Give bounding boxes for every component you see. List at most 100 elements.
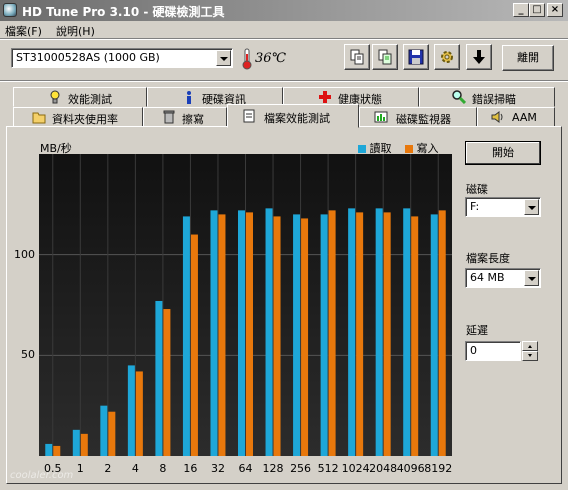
gear-icon [441, 51, 453, 63]
tab-aam[interactable]: AAM [477, 107, 555, 127]
chevron-down-icon[interactable] [524, 199, 539, 215]
chevron-up-icon [528, 345, 532, 348]
tab-file-benchmark-label: 檔案效能測試 [264, 112, 330, 125]
copy-button[interactable] [344, 44, 370, 70]
y-tick-label: 100 [14, 247, 35, 261]
bar-write [135, 371, 143, 456]
drive-select-value: ST31000528AS (1000 GB) [16, 51, 160, 64]
disk-select[interactable]: F: [465, 197, 541, 217]
app-icon [3, 3, 17, 17]
legend-write-swatch [405, 145, 413, 153]
legend-read-swatch [358, 145, 366, 153]
bar-read [348, 208, 356, 456]
monitor-icon [374, 111, 388, 123]
bar-read [238, 210, 245, 456]
bar-write [383, 212, 391, 456]
bar-read [375, 208, 383, 456]
minimize-button[interactable]: _ [513, 3, 529, 17]
x-tick-label: 8192 [424, 462, 453, 475]
watermark: coolaler.com [10, 470, 74, 481]
save-button[interactable] [403, 44, 429, 70]
red-cross-icon [319, 91, 331, 103]
speaker-icon [491, 111, 503, 123]
maximize-button[interactable]: □ [529, 3, 545, 17]
tab-benchmark[interactable]: 效能測試 [13, 87, 147, 107]
tab-error-scan-label: 錯誤掃瞄 [472, 93, 516, 106]
bar-write [80, 433, 88, 456]
bar-read [265, 208, 273, 456]
chevron-down-icon [528, 354, 532, 357]
bar-write [411, 216, 419, 456]
close-button[interactable]: × [547, 3, 563, 17]
bar-read [430, 214, 438, 456]
bar-read [100, 405, 108, 456]
document-icon [243, 109, 255, 123]
chevron-down-icon[interactable] [216, 50, 231, 66]
window-title: HD Tune Pro 3.10 - 硬碟檢測工具 [22, 5, 225, 19]
bar-write [108, 411, 116, 456]
delay-decrement-button[interactable] [522, 351, 538, 361]
arrow-down-icon [473, 50, 485, 64]
bar-write [438, 210, 446, 456]
file-length-select[interactable]: 64 MB [465, 268, 541, 288]
start-button[interactable]: 開始 [465, 141, 541, 165]
trash-icon [163, 110, 175, 124]
bar-read [293, 214, 301, 456]
copy-icon [350, 49, 364, 65]
info-icon [187, 91, 191, 104]
bar-read [210, 210, 218, 456]
bar-write [301, 218, 309, 456]
tab-folder-usage-label: 資料夾使用率 [52, 113, 118, 126]
tab-disk-monitor-label: 磁碟監視器 [396, 113, 451, 126]
bar-write [190, 234, 198, 456]
delay-input[interactable]: 0 [465, 341, 521, 361]
tab-erase[interactable]: 擦寫 [143, 107, 227, 127]
tab-file-benchmark[interactable]: 檔案效能測試 [227, 104, 359, 128]
bar-chart [39, 154, 452, 456]
menu-help[interactable]: 說明(H) [56, 23, 95, 39]
bar-write [218, 214, 226, 456]
drive-select[interactable]: ST31000528AS (1000 GB) [11, 48, 233, 68]
bar-read [320, 214, 328, 456]
disk-select-value: F: [470, 200, 480, 213]
bar-read [127, 365, 135, 456]
tab-folder-usage[interactable]: 資料夾使用率 [13, 107, 143, 127]
bar-write [273, 216, 281, 456]
tab-aam-label: AAM [512, 111, 537, 124]
bar-write [328, 210, 336, 456]
disk-label: 磁碟 [466, 183, 488, 196]
menu-bar: 檔案(F) 說明(H) [0, 21, 568, 39]
bar-read [72, 429, 80, 456]
magnifier-icon [452, 90, 466, 104]
delay-input-value: 0 [470, 344, 477, 357]
bar-read [182, 216, 190, 456]
tab-disk-monitor[interactable]: 磁碟監視器 [359, 107, 477, 127]
y-tick-label: 50 [21, 348, 35, 362]
thermometer-icon [242, 48, 252, 70]
folder-icon [32, 112, 46, 124]
delay-increment-button[interactable] [522, 341, 538, 351]
bar-read [45, 443, 53, 456]
bar-read [403, 208, 411, 456]
copy-all-button[interactable] [372, 44, 398, 70]
file-length-label: 檔案長度 [466, 252, 510, 265]
copy-all-icon [378, 49, 392, 65]
temperature-value: 36℃ [255, 51, 287, 66]
menu-separator [0, 38, 568, 40]
chart-area [39, 154, 452, 456]
floppy-disk-icon [408, 49, 424, 65]
exit-button[interactable]: 離開 [502, 45, 554, 71]
bar-write [356, 212, 364, 456]
bar-write [163, 309, 171, 456]
tab-erase-label: 擦寫 [182, 113, 204, 126]
file-length-select-value: 64 MB [470, 271, 505, 284]
bar-read [155, 300, 163, 456]
bar-write [246, 212, 253, 456]
lightbulb-icon [50, 90, 60, 104]
download-button[interactable] [466, 44, 492, 70]
chevron-down-icon[interactable] [524, 270, 539, 286]
bar-write [53, 445, 61, 456]
options-button[interactable] [434, 44, 460, 70]
menu-file[interactable]: 檔案(F) [5, 23, 42, 39]
tab-error-scan[interactable]: 錯誤掃瞄 [419, 87, 555, 107]
